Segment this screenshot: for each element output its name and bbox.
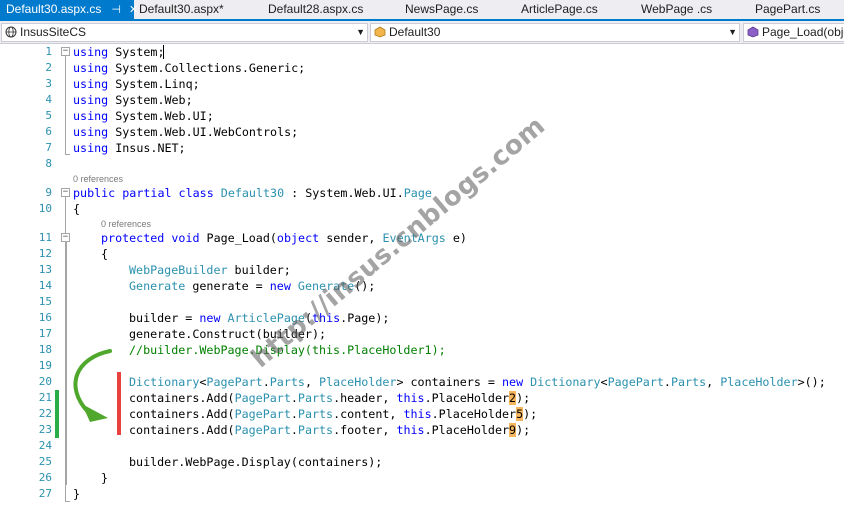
pin-icon[interactable]: ⊣ (111, 1, 121, 20)
tab-label: Default28.aspx.cs (268, 2, 364, 16)
code-line-13: WebPageBuilder builder; (129, 263, 291, 277)
tab-label: ArticlePage.cs (521, 2, 598, 16)
tab-default28-aspx-cs[interactable]: Default28.aspx.cs (268, 0, 363, 19)
class-dropdown[interactable]: Default30 ▼ (370, 23, 740, 42)
member-name: Page_Load(obje (762, 25, 844, 39)
codelens-references[interactable]: 0 references (73, 173, 123, 185)
line-number: 3 (45, 77, 52, 90)
code-line-20: Dictionary<PagePart.Parts, PlaceHolder> … (129, 375, 826, 389)
code-line-7: using Insus.NET; (73, 141, 186, 155)
line-number: 12 (38, 247, 52, 260)
line-number: 24 (38, 439, 52, 452)
text-cursor (163, 45, 164, 59)
code-line-1: using System; (73, 45, 165, 59)
line-number: 23 (38, 423, 52, 436)
code-line-27: } (73, 487, 81, 501)
line-number: 18 (38, 343, 52, 356)
globe-icon (5, 26, 17, 38)
tab-newspage-cs[interactable]: NewsPage.cs (405, 0, 478, 19)
project-dropdown[interactable]: InsusSiteCS ▼ (1, 23, 368, 42)
code-line-2: using System.Collections.Generic; (73, 61, 306, 75)
line-number: 27 (38, 487, 52, 500)
code-line-12: { (101, 247, 109, 261)
tab-label: NewsPage.cs (405, 2, 479, 16)
code-line-4: using System.Web; (73, 93, 193, 107)
line-number: 22 (38, 407, 52, 420)
line-number: 20 (38, 375, 52, 388)
tab-webpage-cs[interactable]: WebPage .cs (641, 0, 712, 19)
line-number: 1 (45, 45, 52, 58)
code-line-22: containers.Add(PagePart.Parts.content, t… (129, 407, 538, 421)
line-number: 9 (45, 186, 52, 199)
line-number: 13 (38, 263, 52, 276)
method-icon (747, 26, 759, 38)
line-number: 10 (38, 202, 52, 215)
line-number: 7 (45, 141, 52, 154)
fold-guide-end (65, 501, 70, 502)
line-number: 11 (38, 231, 52, 244)
code-line-3: using System.Linq; (73, 77, 200, 91)
code-line-9: public partial class Default30 : System.… (73, 186, 432, 200)
tab-label: Default30.aspx* (139, 2, 224, 16)
line-number: 16 (38, 311, 52, 324)
tab-default30-aspx-cs[interactable]: Default30.aspx.cs ⊣ ✕ (0, 0, 138, 20)
collapse-icon[interactable]: − (61, 47, 70, 56)
fold-guide-end (65, 154, 70, 155)
tab-default30-aspx[interactable]: Default30.aspx* (139, 0, 224, 19)
line-number: 15 (38, 295, 52, 308)
code-line-26: } (101, 471, 109, 485)
tab-articlepage-cs[interactable]: ArticlePage.cs (521, 0, 598, 19)
code-editor[interactable]: − − − 1 2 3 4 5 6 7 8 9 10 11 12 13 14 1… (0, 44, 844, 529)
tab-label: PagePart.cs (755, 2, 821, 16)
code-line-21: containers.Add(PagePart.Parts.header, th… (129, 391, 531, 405)
class-name: Default30 (389, 25, 441, 39)
member-dropdown[interactable]: Page_Load(obje (743, 23, 844, 42)
line-number: 2 (45, 61, 52, 74)
code-line-23: containers.Add(PagePart.Parts.footer, th… (129, 423, 531, 437)
collapse-icon[interactable]: − (61, 233, 70, 242)
line-number: 26 (38, 471, 52, 484)
line-number: 21 (38, 391, 52, 404)
code-line-10: { (73, 202, 81, 216)
close-icon[interactable]: ✕ (129, 1, 138, 20)
line-number: 4 (45, 93, 52, 106)
code-line-5: using System.Web.UI; (73, 109, 214, 123)
tab-label: WebPage .cs (641, 2, 713, 16)
line-number: 8 (45, 157, 52, 170)
project-name: InsusSiteCS (20, 25, 87, 39)
chevron-down-icon: ▼ (356, 27, 365, 37)
chevron-down-icon: ▼ (728, 27, 737, 37)
annotation-arrow-icon (73, 349, 112, 422)
change-indicator-bar (55, 390, 59, 438)
fold-guide (65, 56, 66, 154)
collapse-icon[interactable]: − (61, 188, 70, 197)
tab-pagepart-cs[interactable]: PagePart.cs (755, 0, 820, 19)
code-line-6: using System.Web.UI.WebControls; (73, 125, 299, 139)
line-number: 19 (38, 359, 52, 372)
line-number: 5 (45, 109, 52, 122)
line-number: 17 (38, 327, 52, 340)
document-tab-strip: Default30.aspx.cs ⊣ ✕ Default30.aspx* Defa… (0, 0, 844, 21)
navigation-bar: InsusSiteCS ▼ Default30 ▼ Page_Load(obje (0, 21, 844, 44)
line-number: 25 (38, 455, 52, 468)
tab-label: Default30.aspx.cs (6, 2, 102, 16)
codelens-references[interactable]: 0 references (101, 218, 151, 230)
code-line-25: builder.WebPage.Display(containers); (129, 455, 383, 469)
code-line-16: builder = new ArticlePage(this.Page); (129, 311, 390, 325)
line-number: 14 (38, 279, 52, 292)
line-number: 6 (45, 125, 52, 138)
class-icon (374, 26, 386, 38)
